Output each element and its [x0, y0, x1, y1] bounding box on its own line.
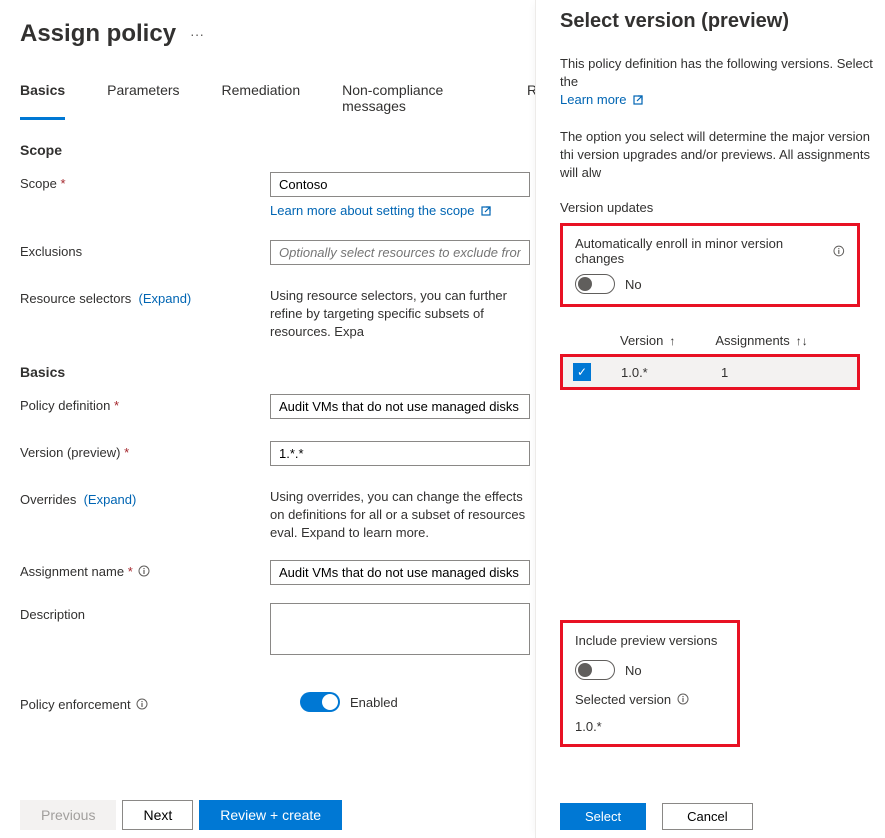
panel-intro-text: This policy definition has the following…: [560, 55, 885, 110]
panel-title: Select version (preview): [560, 10, 885, 33]
tab-basics[interactable]: Basics: [20, 82, 65, 120]
tab-noncompliance[interactable]: Non-compliance messages: [342, 82, 485, 120]
review-create-button[interactable]: Review + create: [199, 800, 342, 830]
highlight-auto-enroll: Automatically enroll in minor version ch…: [560, 223, 860, 307]
external-link-icon: [480, 205, 492, 217]
tab-remediation[interactable]: Remediation: [222, 82, 301, 120]
auto-enroll-toggle[interactable]: [575, 274, 615, 294]
section-scope-heading: Scope: [20, 142, 535, 158]
label-scope: Scope *: [20, 172, 270, 191]
assignment-name-input[interactable]: [270, 560, 530, 585]
assignments-column-header[interactable]: Assignments: [715, 333, 807, 348]
version-row-checkbox[interactable]: ✓: [573, 363, 591, 381]
wizard-bottom-bar: Previous Next Review + create: [20, 800, 342, 830]
version-column-header[interactable]: Version: [620, 333, 675, 348]
version-table: Version Assignments ✓ 1.0.* 1: [560, 333, 885, 390]
scope-learn-more-link[interactable]: Learn more about setting the scope: [270, 203, 492, 218]
auto-enroll-state: No: [625, 277, 642, 292]
label-policy-definition: Policy definition *: [20, 394, 270, 413]
include-preview-label: Include preview versions: [575, 633, 725, 648]
include-preview-state: No: [625, 663, 642, 678]
highlight-preview-box: Include preview versions No Selected ver…: [560, 620, 740, 747]
version-row-assignments: 1: [721, 365, 728, 380]
resource-selectors-help-text: Using resource selectors, you can furthe…: [270, 287, 535, 342]
version-updates-heading: Version updates: [560, 200, 885, 215]
label-policy-enforcement: Policy enforcement: [20, 693, 270, 712]
auto-enroll-label: Automatically enroll in minor version ch…: [575, 236, 827, 266]
tab-parameters[interactable]: Parameters: [107, 82, 179, 120]
external-link-icon: [632, 94, 644, 106]
overrides-expand-link[interactable]: (Expand): [84, 492, 137, 507]
version-row-version: 1.0.*: [621, 365, 721, 380]
exclusions-input[interactable]: [270, 240, 530, 265]
previous-button: Previous: [20, 800, 116, 830]
wizard-tabs: Basics Parameters Remediation Non-compli…: [20, 82, 535, 120]
label-assignment-name: Assignment name *: [20, 560, 270, 579]
panel-option-text: The option you select will determine the…: [560, 128, 885, 183]
policy-definition-input[interactable]: [270, 394, 530, 419]
panel-learn-more-link[interactable]: Learn more: [560, 92, 644, 107]
overrides-help-text: Using overrides, you can change the effe…: [270, 488, 535, 543]
resource-selectors-expand-link[interactable]: (Expand): [139, 291, 192, 306]
label-description: Description: [20, 603, 270, 622]
scope-input[interactable]: [270, 172, 530, 197]
selected-version-label: Selected version: [575, 692, 671, 707]
select-button[interactable]: Select: [560, 803, 646, 830]
label-overrides: Overrides (Expand): [20, 488, 270, 507]
version-row-selected[interactable]: ✓ 1.0.* 1: [560, 354, 860, 390]
info-icon[interactable]: [833, 245, 845, 257]
select-version-panel: Select version (preview) This policy def…: [535, 0, 885, 838]
cancel-button[interactable]: Cancel: [662, 803, 752, 830]
more-actions-button[interactable]: ···: [190, 26, 204, 42]
policy-enforcement-toggle[interactable]: [300, 692, 340, 712]
page-title: Assign policy: [20, 20, 176, 48]
assign-policy-page: Assign policy ··· Basics Parameters Reme…: [0, 0, 535, 838]
label-version-preview: Version (preview) *: [20, 441, 270, 460]
selected-version-value: 1.0.*: [575, 719, 725, 734]
next-button[interactable]: Next: [122, 800, 193, 830]
version-input[interactable]: [270, 441, 530, 466]
description-textarea[interactable]: [270, 603, 530, 655]
tab-truncated[interactable]: R: [527, 82, 535, 120]
section-basics-heading: Basics: [20, 364, 535, 380]
info-icon[interactable]: [138, 565, 150, 577]
policy-enforcement-state: Enabled: [350, 695, 398, 710]
info-icon[interactable]: [677, 693, 689, 705]
include-preview-toggle[interactable]: [575, 660, 615, 680]
label-resource-selectors: Resource selectors (Expand): [20, 287, 270, 306]
info-icon[interactable]: [136, 698, 148, 710]
label-exclusions: Exclusions: [20, 240, 270, 259]
